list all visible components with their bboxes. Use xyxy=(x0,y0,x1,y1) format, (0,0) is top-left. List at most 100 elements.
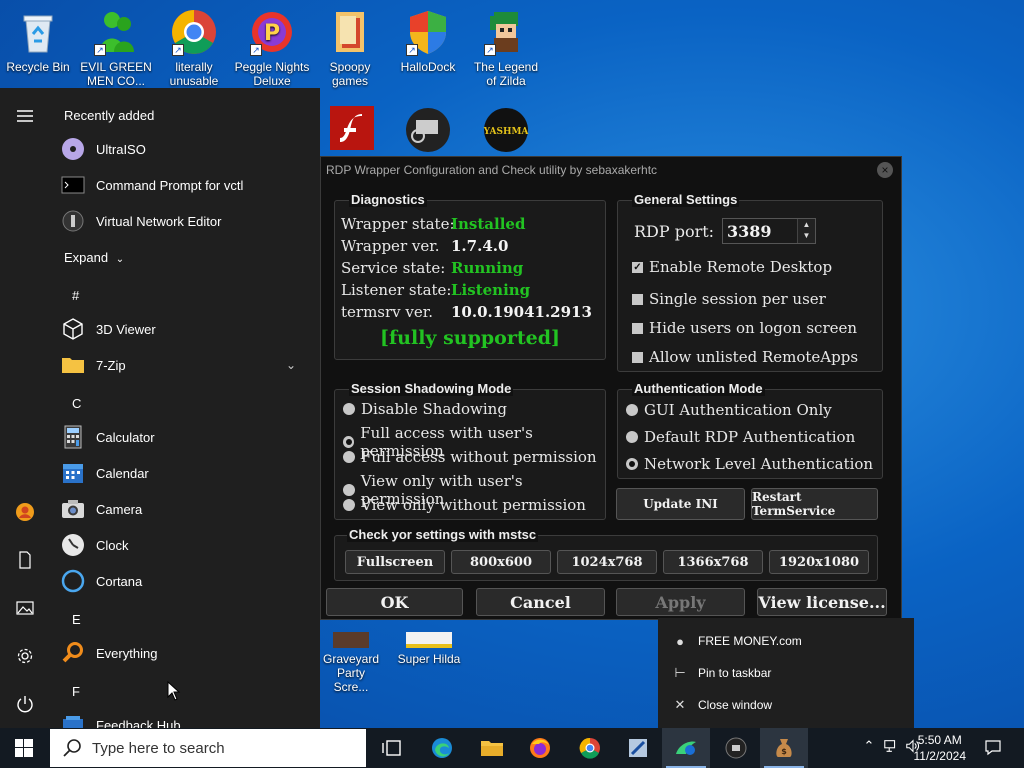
rdp-config-icon xyxy=(676,741,696,755)
search-input[interactable] xyxy=(92,739,352,757)
checkbox-label: Enable Remote Desktop xyxy=(649,258,833,276)
mstsc-800x600-button[interactable]: 800x600 xyxy=(451,550,551,574)
menu-item-label: Pin to taskbar xyxy=(698,666,772,680)
view-license-button[interactable]: View license... xyxy=(757,588,887,616)
settings-gear-icon[interactable] xyxy=(13,644,37,668)
apply-button[interactable]: Apply xyxy=(616,588,745,616)
network-level-authentication-radio[interactable]: Network Level Authentication xyxy=(626,455,873,473)
expand-button[interactable]: Expand ⌄ xyxy=(64,250,124,265)
app-item-calendar[interactable]: Calendar xyxy=(60,455,310,491)
menu-item-close-window[interactable]: ✕ Close window xyxy=(672,695,773,715)
taskbar-chrome[interactable] xyxy=(566,728,614,768)
taskbar-money-bag[interactable]: $ xyxy=(760,728,808,768)
app-item-camera[interactable]: Camera xyxy=(60,491,310,527)
allow-unlisted-remoteapps-checkbox[interactable]: Allow unlisted RemoteApps xyxy=(632,348,858,366)
hamburger-menu-icon[interactable] xyxy=(13,104,37,128)
taskbar-rdp-wrapper[interactable] xyxy=(662,728,710,768)
app-item-virtual-network-editor[interactable]: Virtual Network Editor xyxy=(60,203,310,239)
start-menu: Recently added UltraISO Command Prompt f… xyxy=(0,88,320,728)
chevron-down-icon[interactable]: ▼ xyxy=(798,230,815,241)
gui-authentication-radio[interactable]: GUI Authentication Only xyxy=(626,401,832,419)
cancel-button[interactable]: Cancel xyxy=(476,588,605,616)
power-icon[interactable] xyxy=(13,692,37,716)
mstsc-1024x768-button[interactable]: 1024x768 xyxy=(557,550,657,574)
app-label: Calculator xyxy=(96,429,155,445)
app-item-command-prompt-vctl[interactable]: Command Prompt for vctl xyxy=(60,167,310,203)
view-only-without-permission-radio[interactable]: View only without permission xyxy=(343,496,586,514)
mstsc-1920x1080-button[interactable]: 1920x1080 xyxy=(769,550,869,574)
default-rdp-authentication-radio[interactable]: Default RDP Authentication xyxy=(626,428,855,446)
rdp-port-stepper[interactable]: 3389 ▲ ▼ xyxy=(722,218,816,244)
app-item-7zip[interactable]: 7-Zip ⌄ xyxy=(60,347,310,383)
mstsc-fullscreen-button[interactable]: Fullscreen xyxy=(345,550,445,574)
hide-users-checkbox[interactable]: Hide users on logon screen xyxy=(632,319,857,337)
enable-remote-desktop-checkbox[interactable]: ✓ Enable Remote Desktop xyxy=(632,258,832,276)
radio-label: Full access without permission xyxy=(361,448,597,466)
desktop-icon-peggle[interactable]: P ↗ Peggle Nights Deluxe xyxy=(234,8,310,88)
single-session-checkbox[interactable]: Single session per user xyxy=(632,290,826,308)
system-tray: ⌃ 5:50 AM 11/2/2024 xyxy=(824,728,1024,768)
task-view-button[interactable] xyxy=(368,728,416,768)
app-item-everything[interactable]: Everything xyxy=(60,635,310,671)
checkbox-icon xyxy=(632,293,643,305)
taskbar-search[interactable] xyxy=(50,729,366,767)
desktop-icon-legend-of-zilda[interactable]: ↗ The Legend of Zilda xyxy=(468,8,544,88)
taskbar-dark-app[interactable] xyxy=(712,728,760,768)
app-item-clock[interactable]: Clock xyxy=(60,527,310,563)
mstsc-1366x768-button[interactable]: 1366x768 xyxy=(663,550,763,574)
app-item-cortana[interactable]: Cortana xyxy=(60,563,310,599)
notifications-icon[interactable] xyxy=(984,738,1002,758)
super-hilda-icon xyxy=(406,632,452,648)
service-state-label: Service state: xyxy=(341,259,446,277)
full-access-without-permission-radio[interactable]: Full access without permission xyxy=(343,448,597,466)
desktop-icon-super-hilda[interactable]: Super Hilda xyxy=(394,632,464,666)
app-label: Virtual Network Editor xyxy=(96,213,222,229)
chevron-up-icon[interactable]: ⌃ xyxy=(860,738,878,758)
desktop-icon-hallodock[interactable]: ↗ HalloDock xyxy=(390,8,466,74)
chevron-up-icon[interactable]: ▲ xyxy=(798,219,815,230)
start-button[interactable] xyxy=(0,728,48,768)
desktop-icon-recycle-bin[interactable]: Recycle Bin xyxy=(0,8,76,74)
taskbar-firefox[interactable] xyxy=(516,728,564,768)
network-icon[interactable] xyxy=(882,738,900,758)
update-ini-button[interactable]: Update INI xyxy=(616,488,745,520)
desktop-icon-graveyard-party[interactable]: Graveyard Party Scre... xyxy=(318,632,384,694)
checkbox-checked-icon: ✓ xyxy=(632,261,643,273)
letter-header[interactable]: C xyxy=(72,396,81,411)
menu-item-pin-to-taskbar[interactable]: ⊢ Pin to taskbar xyxy=(672,663,771,683)
disable-shadowing-radio[interactable]: Disable Shadowing xyxy=(343,400,507,418)
radio-label: Network Level Authentication xyxy=(644,455,874,473)
chevron-down-icon[interactable]: ⌄ xyxy=(286,358,296,372)
letter-header[interactable]: F xyxy=(72,684,80,699)
letter-header[interactable]: E xyxy=(72,612,81,627)
app-item-feedback-hub[interactable]: Feedback Hub xyxy=(60,707,310,728)
letter-header[interactable]: # xyxy=(72,288,79,303)
chevron-down-icon: ⌄ xyxy=(115,254,125,265)
app-item-3d-viewer[interactable]: 3D Viewer xyxy=(60,311,310,347)
close-icon[interactable]: × xyxy=(877,162,893,178)
desktop-icon-spoopy-games[interactable]: Spoopy games xyxy=(312,8,388,88)
menu-item-free-money[interactable]: ● FREE MONEY.com xyxy=(672,631,802,651)
mouse-cursor-icon xyxy=(167,680,181,701)
edge-icon xyxy=(432,738,452,758)
desktop-icon-literally-unusable[interactable]: ↗ literally unusable xyxy=(156,8,232,88)
taskbar-file-explorer[interactable] xyxy=(468,728,516,768)
flash-icon[interactable] xyxy=(330,106,374,150)
spin-buttons[interactable]: ▲ ▼ xyxy=(797,219,815,243)
restart-termservice-button[interactable]: Restart TermService xyxy=(751,488,878,520)
ok-button[interactable]: OK xyxy=(326,588,463,616)
app-item-ultraiso[interactable]: UltraISO xyxy=(60,131,310,167)
clock[interactable]: 5:50 AM 11/2/2024 xyxy=(914,732,967,764)
pictures-icon[interactable] xyxy=(13,596,37,620)
user-avatar[interactable] xyxy=(13,500,37,524)
taskbar-edge[interactable] xyxy=(418,728,466,768)
app-item-calculator[interactable]: Calculator xyxy=(60,419,310,455)
rdp-wrapper-window: RDP Wrapper Configuration and Check util… xyxy=(320,156,902,620)
desktop-icon-evil-green-men[interactable]: ↗ EVIL GREEN MEN CO... xyxy=(78,8,154,88)
network-tool-icon[interactable] xyxy=(404,106,452,154)
taskbar-app-tool[interactable] xyxy=(614,728,662,768)
yashma-icon[interactable]: YASHMA xyxy=(482,106,530,154)
documents-icon[interactable] xyxy=(13,548,37,572)
app-label: Feedback Hub xyxy=(96,717,181,729)
desktop-icon-label: literally unusable xyxy=(169,60,219,88)
